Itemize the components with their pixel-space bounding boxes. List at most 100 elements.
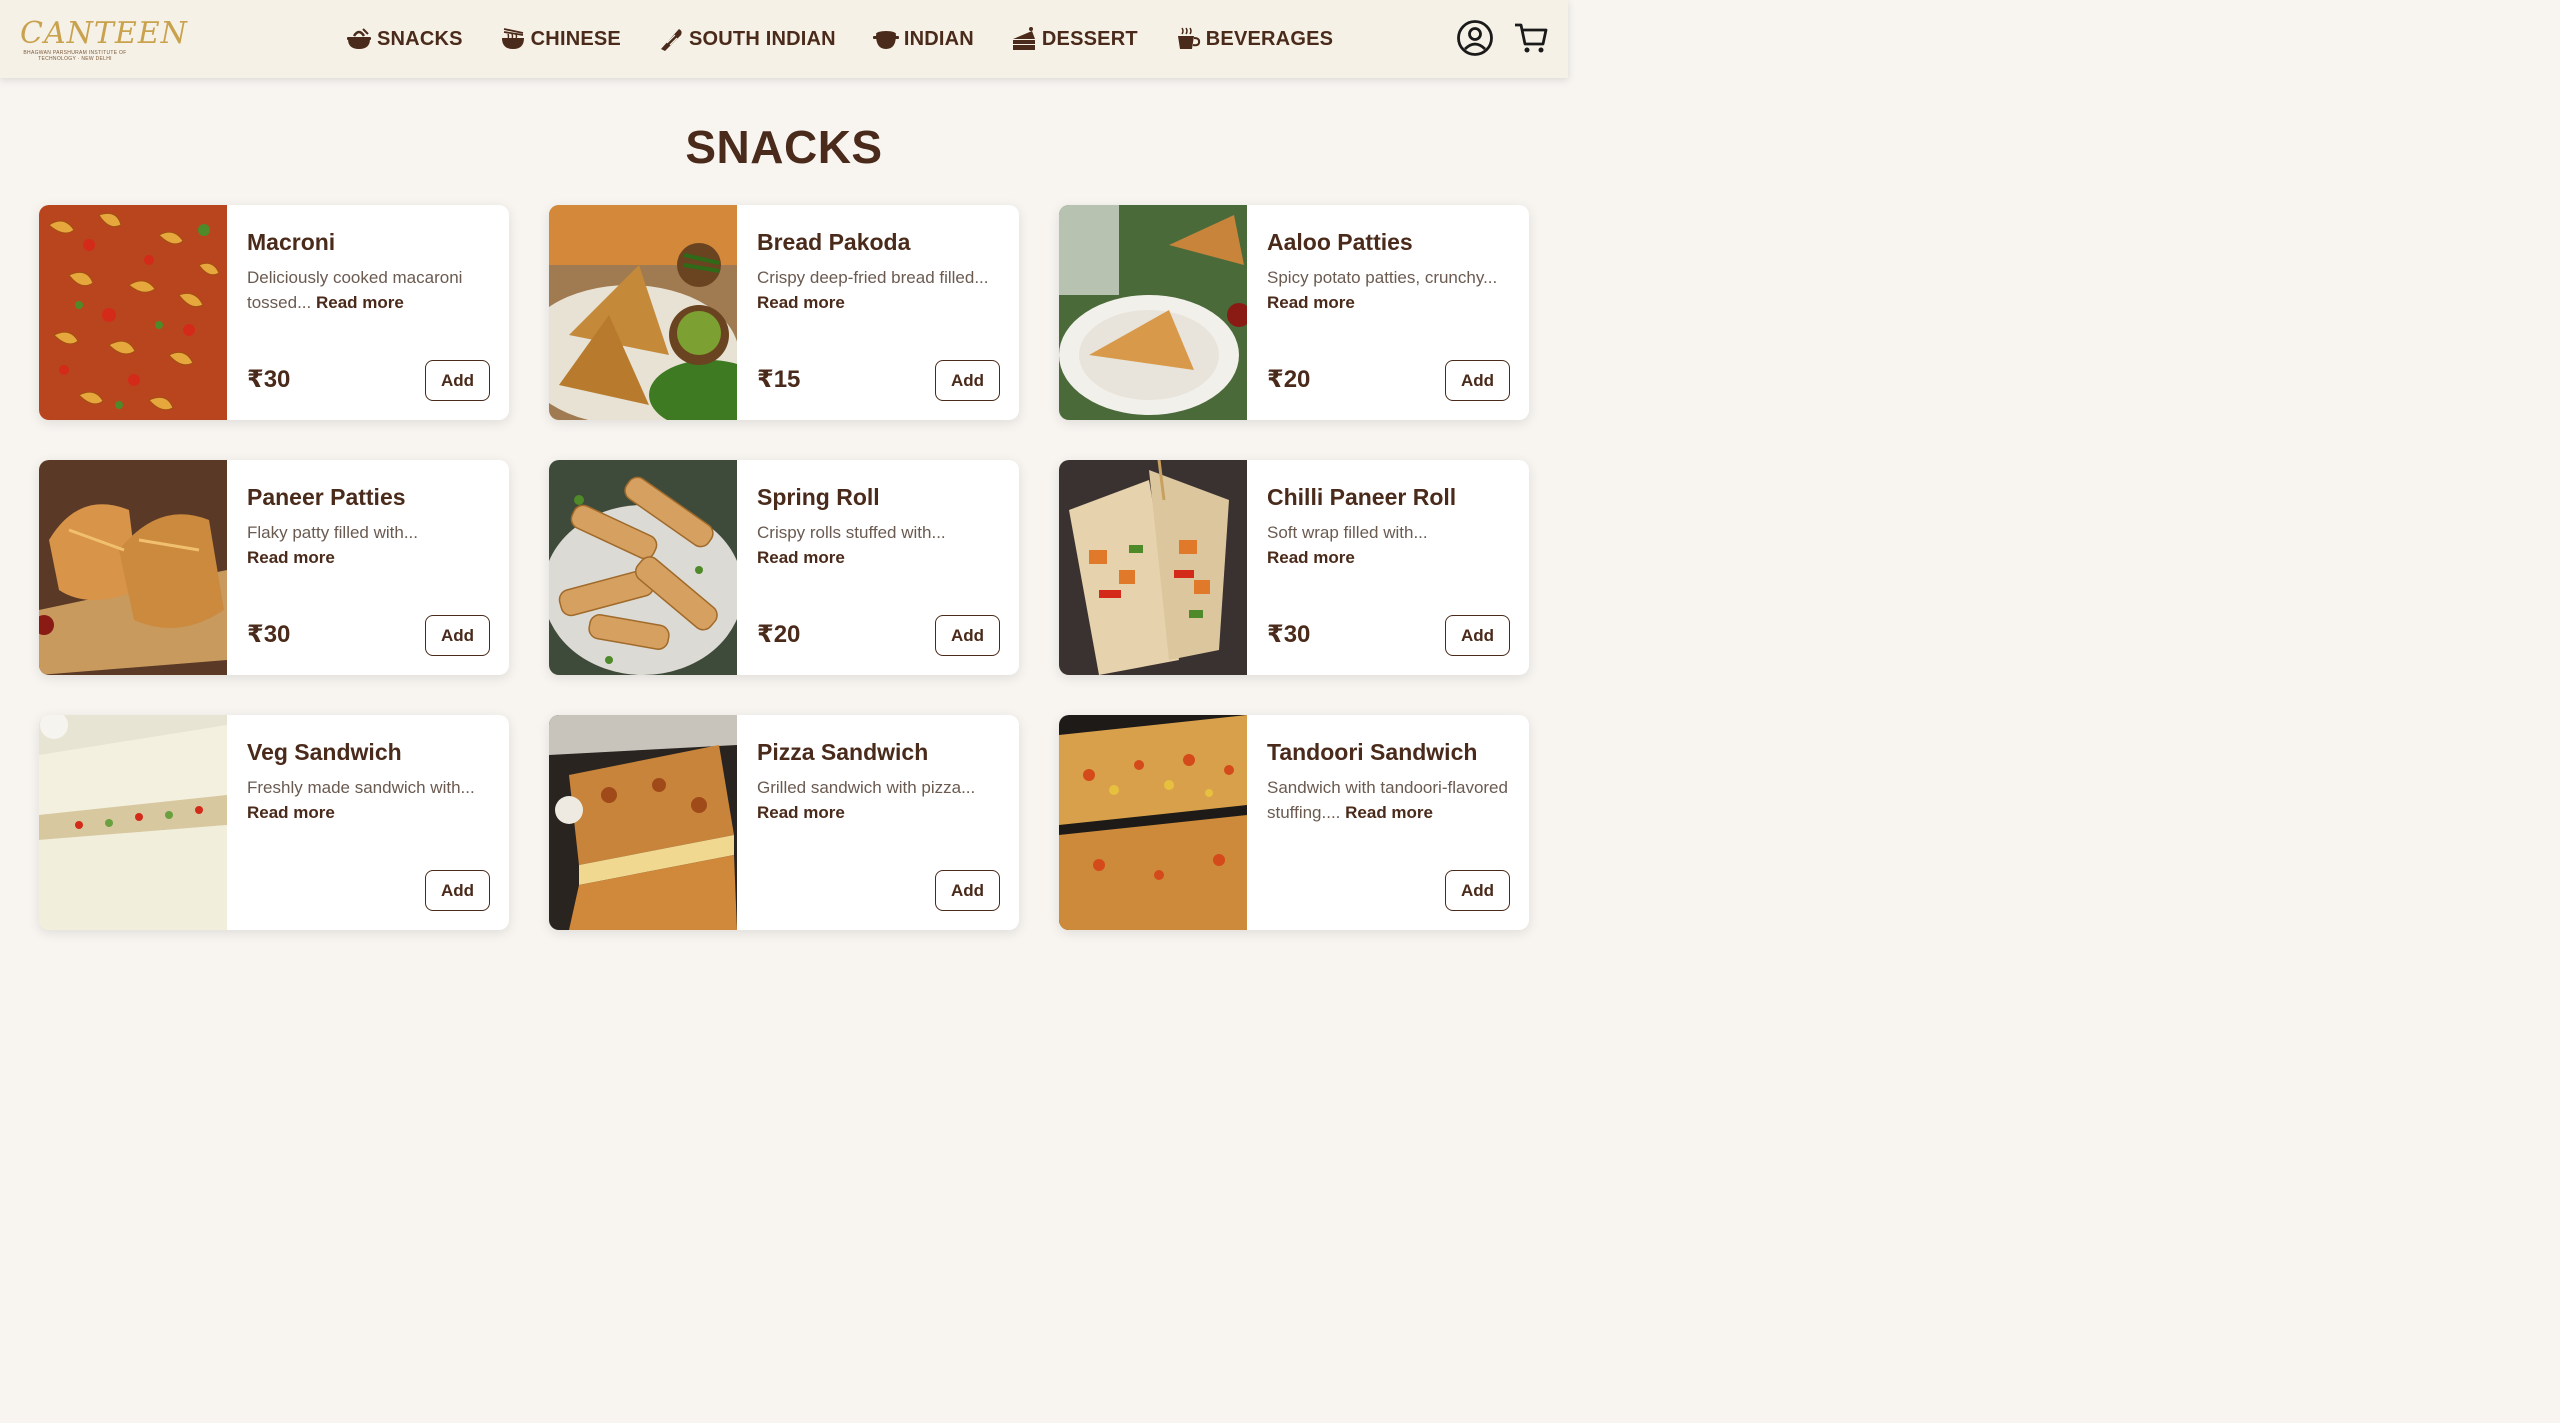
- add-to-cart-button[interactable]: Add: [1445, 870, 1510, 911]
- nav-south-indian-label: SOUTH INDIAN: [688, 27, 836, 50]
- add-to-cart-button[interactable]: Add: [1445, 360, 1510, 401]
- card-body: Paneer Patties Flaky patty filled with..…: [247, 460, 497, 675]
- card-body: Aaloo Patties Spicy potato patties, crun…: [1267, 205, 1517, 420]
- description-text: Spicy potato patties, crunchy...: [1267, 268, 1498, 287]
- nav-indian[interactable]: INDIAN: [872, 25, 974, 53]
- card-body: Tandoori Sandwich Sandwich with tandoori…: [1267, 715, 1517, 930]
- description-text: Crispy deep-fried bread filled...: [757, 268, 989, 287]
- nav-snacks-label: SNACKS: [377, 27, 463, 50]
- add-to-cart-button[interactable]: Add: [425, 360, 490, 401]
- read-more-link[interactable]: Read more: [757, 293, 845, 312]
- product-name: Tandoori Sandwich: [1267, 739, 1478, 765]
- card-body: Pizza Sandwich Grilled sandwich with piz…: [757, 715, 1007, 930]
- read-more-link[interactable]: Read more: [757, 548, 845, 567]
- aaloo-patties-image[interactable]: [1059, 205, 1247, 420]
- product-card-paneer-patties: Paneer Patties Flaky patty filled with..…: [39, 460, 509, 675]
- product-card-macroni: Macroni Deliciously cooked macaroni toss…: [39, 205, 509, 420]
- nav-chinese[interactable]: CHINESE: [499, 25, 621, 53]
- nav-chinese-label: CHINESE: [530, 27, 621, 50]
- bread-pakoda-image[interactable]: [549, 205, 737, 420]
- card-body: Macroni Deliciously cooked macaroni toss…: [247, 205, 497, 420]
- product-name: Spring Roll: [757, 484, 880, 510]
- nav-beverages[interactable]: BEVERAGES: [1174, 25, 1333, 53]
- nav-beverages-label: BEVERAGES: [1205, 27, 1334, 50]
- description-text: Soft wrap filled with...: [1267, 523, 1428, 542]
- product-description: Soft wrap filled with... Read more: [1267, 520, 1517, 570]
- product-price: ₹15: [757, 366, 801, 393]
- product-name: Bread Pakoda: [757, 229, 911, 255]
- description-text: Grilled sandwich with pizza...: [757, 778, 976, 797]
- product-name: Chilli Paneer Roll: [1267, 484, 1457, 510]
- card-body: Spring Roll Crispy rolls stuffed with...…: [757, 460, 1007, 675]
- macaroni-image[interactable]: [39, 205, 227, 420]
- add-to-cart-button[interactable]: Add: [935, 615, 1000, 656]
- product-name: Macroni: [247, 229, 336, 255]
- product-description: Sandwich with tandoori-flavored stuffing…: [1267, 775, 1517, 825]
- nav-dessert[interactable]: DESSERT: [1010, 25, 1138, 53]
- description-text: Flaky patty filled with...: [247, 523, 419, 542]
- add-to-cart-button[interactable]: Add: [935, 360, 1000, 401]
- product-card-chilli-paneer-roll: Chilli Paneer Roll Soft wrap filled with…: [1059, 460, 1529, 675]
- product-card-veg-sandwich: Veg Sandwich Freshly made sandwich with.…: [39, 715, 509, 930]
- read-more-link[interactable]: Read more: [1267, 293, 1355, 312]
- snack-icon: [347, 28, 371, 49]
- add-to-cart-button[interactable]: Add: [425, 615, 490, 656]
- nav-south-indian[interactable]: SOUTH INDIAN: [657, 25, 836, 53]
- product-name: Veg Sandwich: [247, 739, 402, 765]
- product-description: Crispy rolls stuffed with... Read more: [757, 520, 1007, 570]
- page-title: SNACKS: [685, 121, 883, 173]
- description-text: Freshly made sandwich with...: [247, 778, 475, 797]
- product-description: Crispy deep-fried bread filled... Read m…: [757, 265, 1007, 315]
- product-price: ₹30: [247, 366, 291, 393]
- pizza-sandwich-image[interactable]: [549, 715, 737, 930]
- product-price: ₹20: [1267, 366, 1311, 393]
- category-nav: SNACKS CHINESE SOUTH INDIAN INDIAN DESSE…: [345, 0, 1369, 78]
- product-description: Freshly made sandwich with... Read more: [247, 775, 497, 825]
- cup-icon: [1177, 27, 1200, 49]
- read-more-link[interactable]: Read more: [757, 803, 845, 822]
- user-icon[interactable]: [1456, 19, 1494, 57]
- logo-subtitle: BHAGWAN PARSHURAM INSTITUTE OF TECHNOLOG…: [23, 50, 127, 62]
- product-description: Spicy potato patties, crunchy... Read mo…: [1267, 265, 1517, 315]
- canteen-logo[interactable]: CANTEEN BHAGWAN PARSHURAM INSTITUTE OF T…: [18, 14, 187, 66]
- read-more-link[interactable]: Read more: [247, 803, 335, 822]
- read-more-link[interactable]: Read more: [316, 293, 404, 312]
- nav-snacks[interactable]: SNACKS: [345, 25, 463, 53]
- product-name: Paneer Patties: [247, 484, 406, 510]
- product-card-tandoori-sandwich: Tandoori Sandwich Sandwich with tandoori…: [1059, 715, 1529, 930]
- paneer-patties-image[interactable]: [39, 460, 227, 675]
- product-description: Grilled sandwich with pizza... Read more: [757, 775, 1007, 825]
- noodle-bowl-icon: [501, 28, 524, 49]
- product-name: Aaloo Patties: [1267, 229, 1413, 255]
- cake-icon: [1012, 27, 1035, 50]
- product-card-pizza-sandwich: Pizza Sandwich Grilled sandwich with piz…: [549, 715, 1019, 930]
- description-text: Crispy rolls stuffed with...: [757, 523, 946, 542]
- logo-wordmark: CANTEEN: [20, 16, 188, 51]
- product-description: Deliciously cooked macaroni tossed... Re…: [247, 265, 497, 315]
- nav-dessert-label: DESSERT: [1041, 27, 1138, 50]
- card-body: Bread Pakoda Crispy deep-fried bread fil…: [757, 205, 1007, 420]
- read-more-link[interactable]: Read more: [247, 548, 335, 567]
- product-name: Pizza Sandwich: [757, 739, 929, 765]
- add-to-cart-button[interactable]: Add: [935, 870, 1000, 911]
- product-card-bread-pakoda: Bread Pakoda Crispy deep-fried bread fil…: [549, 205, 1019, 420]
- product-price: ₹20: [757, 621, 801, 648]
- read-more-link[interactable]: Read more: [1345, 803, 1433, 822]
- add-to-cart-button[interactable]: Add: [1445, 615, 1510, 656]
- dosa-icon: [660, 29, 682, 51]
- nav-actions: [1456, 19, 1550, 57]
- chilli-paneer-roll-image[interactable]: [1059, 460, 1247, 675]
- pot-icon: [872, 31, 899, 49]
- product-description: Flaky patty filled with... Read more: [247, 520, 497, 570]
- product-price: ₹30: [1267, 621, 1311, 648]
- veg-sandwich-image[interactable]: [39, 715, 227, 930]
- spring-roll-image[interactable]: [549, 460, 737, 675]
- product-price: ₹30: [247, 621, 291, 648]
- cart-icon[interactable]: [1512, 19, 1550, 57]
- nav-indian-label: INDIAN: [903, 27, 974, 50]
- tandoori-sandwich-image[interactable]: [1059, 715, 1247, 930]
- card-body: Veg Sandwich Freshly made sandwich with.…: [247, 715, 497, 930]
- add-to-cart-button[interactable]: Add: [425, 870, 490, 911]
- read-more-link[interactable]: Read more: [1267, 548, 1355, 567]
- card-body: Chilli Paneer Roll Soft wrap filled with…: [1267, 460, 1517, 675]
